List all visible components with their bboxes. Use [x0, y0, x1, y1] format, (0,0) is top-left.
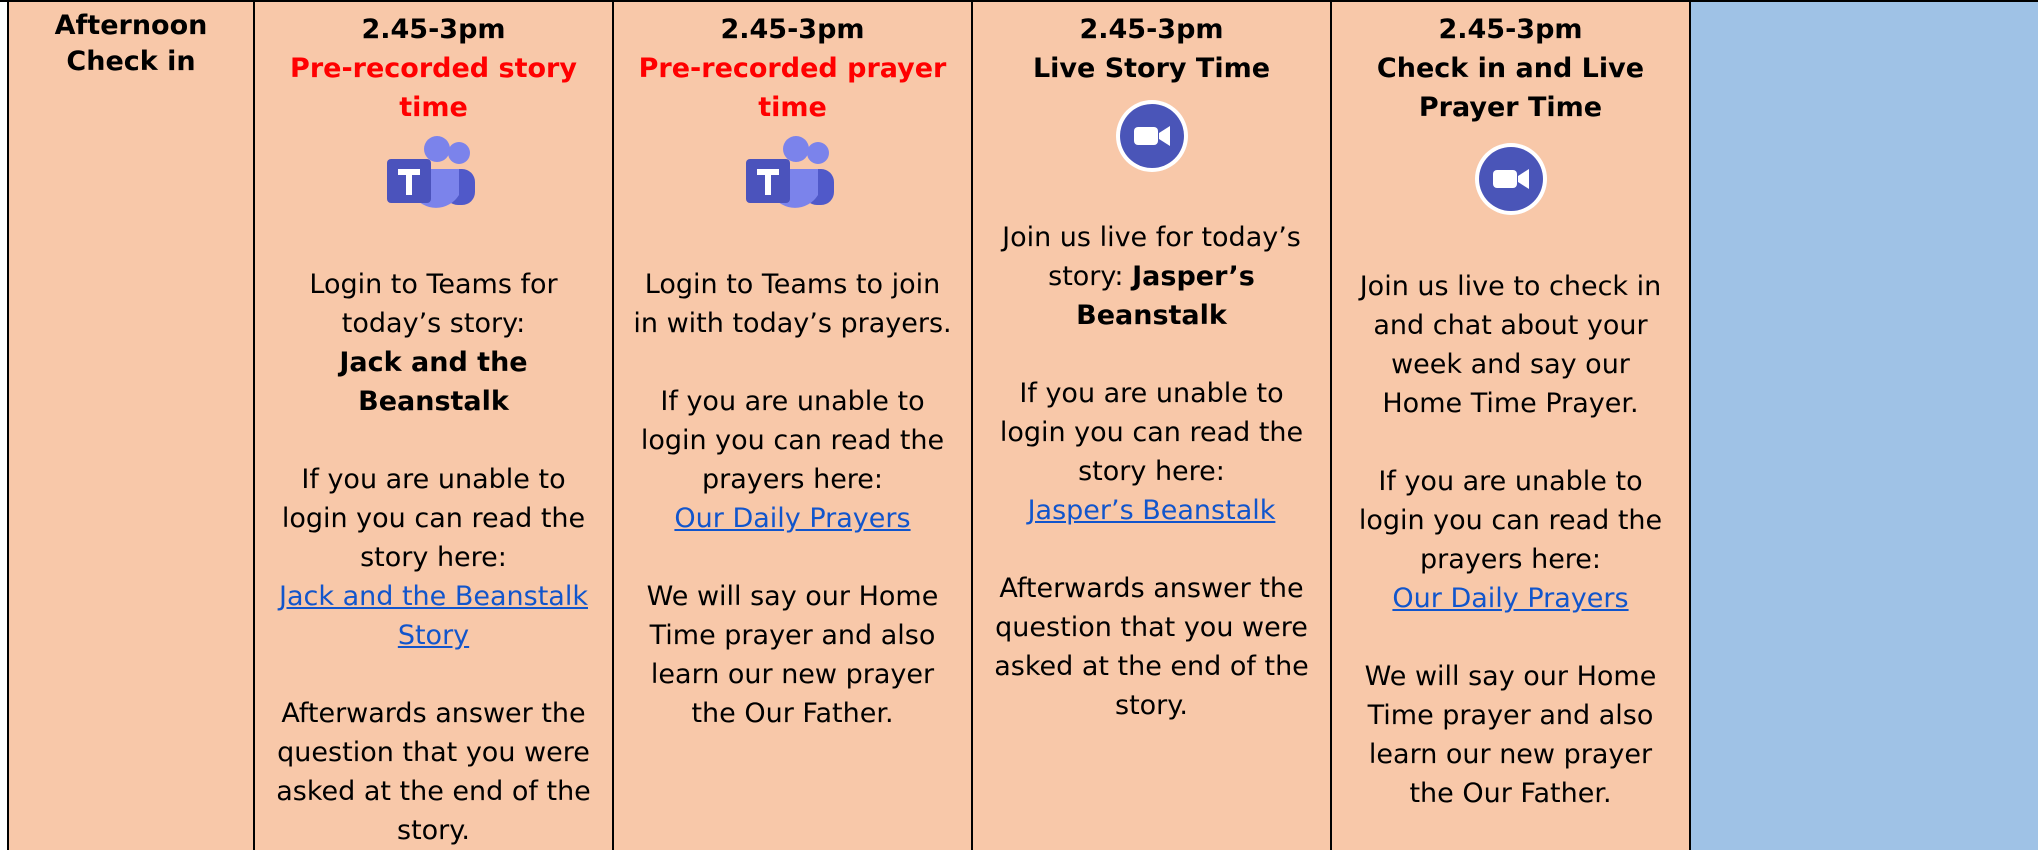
fallback-text: If you are unable to login you can read …	[999, 378, 1304, 487]
session-time: 2.45-3pm	[1079, 14, 1224, 45]
fallback-text: If you are unable to login you can read …	[281, 464, 586, 573]
intro-text: Join us live to check in and chat about …	[1359, 271, 1662, 419]
prayers-link[interactable]: Our Daily Prayers	[674, 503, 910, 534]
zoom-icon[interactable]	[973, 98, 1330, 174]
outro-text: Afterwards answer the question that you …	[994, 573, 1309, 721]
session-title: Check in and Live Prayer Time	[1376, 53, 1645, 123]
story-link[interactable]: Jasper’s Beanstalk	[1028, 495, 1276, 526]
session-cell-4: 2.45-3pm Check in and Live Prayer Time J…	[1332, 2, 1691, 850]
outro-text: Afterwards answer the question that you …	[276, 698, 591, 846]
left-gutter	[0, 2, 9, 850]
blank-cell	[1691, 2, 2038, 850]
session-title: Pre-recorded prayer time	[638, 53, 947, 123]
fallback-text: If you are unable to login you can read …	[1358, 466, 1663, 575]
outro-text: We will say our Home Time prayer and als…	[646, 581, 939, 729]
outro-text: We will say our Home Time prayer and als…	[1364, 661, 1657, 809]
intro-text: Join us live for today’s story: Jasper’s…	[973, 218, 1330, 335]
teams-icon[interactable]	[255, 135, 612, 225]
row-header: Afternoon Check in	[9, 2, 255, 850]
session-cell-2: 2.45-3pm Pre-recorded prayer time Login …	[614, 2, 973, 850]
session-time: 2.45-3pm	[1438, 14, 1583, 45]
fallback-text: If you are unable to login you can read …	[640, 386, 945, 495]
story-link[interactable]: Jack and the Beanstalk Story	[279, 581, 588, 651]
session-time: 2.45-3pm	[361, 14, 506, 45]
teams-icon[interactable]	[614, 135, 971, 225]
session-cell-3: 2.45-3pm Live Story Time Join us live fo…	[973, 2, 1332, 850]
session-cell-1: 2.45-3pm Pre-recorded story time Login t…	[255, 2, 614, 850]
prayers-link[interactable]: Our Daily Prayers	[1392, 583, 1628, 614]
story-name: Jack and the Beanstalk	[339, 347, 528, 417]
zoom-icon[interactable]	[1332, 141, 1689, 217]
timetable-row: Afternoon Check in 2.45-3pm Pre-recorded…	[0, 0, 2038, 850]
session-time: 2.45-3pm	[720, 14, 865, 45]
session-title: Pre-recorded story time	[290, 53, 577, 123]
intro-text: Login to Teams for today’s story:	[309, 269, 558, 339]
row-header-label: Afternoon Check in	[54, 10, 208, 77]
intro-text: Login to Teams to join in with today’s p…	[633, 269, 952, 339]
session-title: Live Story Time	[1032, 53, 1271, 84]
